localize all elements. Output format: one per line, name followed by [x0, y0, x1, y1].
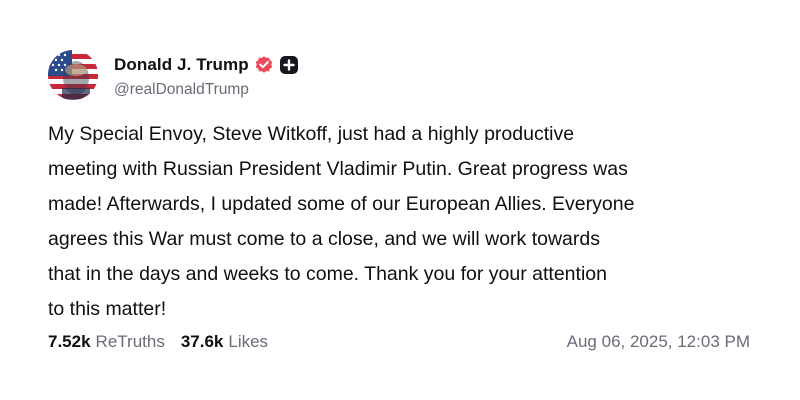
- post-body-line: made! Afterwards, I updated some of our …: [48, 193, 635, 215]
- display-name[interactable]: Donald J. Trump: [114, 55, 249, 75]
- post-body-line: agrees this War must come to a close, an…: [48, 228, 600, 250]
- avatar-image: [48, 50, 98, 100]
- post-body-line: meeting with Russian President Vladimir …: [48, 158, 628, 180]
- likes-stat[interactable]: 37.6k Likes: [181, 332, 268, 352]
- avatar[interactable]: [48, 50, 98, 100]
- likes-count: 37.6k: [180, 332, 224, 351]
- post-body: My Special Envoy, Steve Witkoff, just ha…: [48, 117, 768, 327]
- plus-badge-icon: [279, 55, 299, 75]
- retruths-count: 7.52k: [48, 332, 91, 351]
- author-name-row: Donald J. Trump: [114, 53, 299, 77]
- verified-badge-icon: [254, 55, 274, 75]
- post-card: Donald J. Trump @realDonaldTrump My Spec…: [0, 0, 800, 400]
- post-footer: 7.52k ReTruths 37.6k Likes Aug 06, 2025,…: [48, 330, 750, 354]
- post-body-line: My Special Envoy, Steve Witkoff, just ha…: [48, 123, 575, 145]
- retruths-stat[interactable]: 7.52k ReTruths: [48, 332, 165, 352]
- author-handle[interactable]: @realDonaldTrump: [114, 81, 249, 99]
- post-body-line: that in the days and weeks to come. Than…: [48, 263, 607, 285]
- post-body-line: to this matter!: [48, 298, 167, 320]
- likes-label: Likes: [228, 332, 269, 351]
- retruths-label: ReTruths: [95, 332, 165, 351]
- post-timestamp[interactable]: Aug 06, 2025, 12:03 PM: [567, 332, 750, 352]
